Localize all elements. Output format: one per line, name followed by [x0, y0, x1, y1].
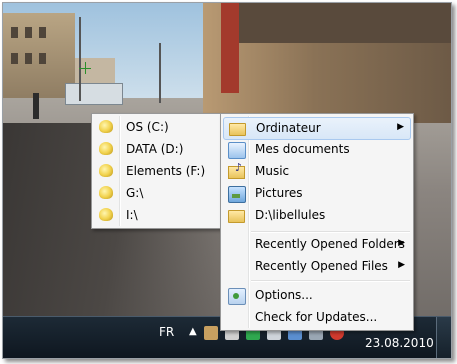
drive-icon	[99, 208, 113, 221]
music-folder-icon	[228, 161, 245, 179]
tray-app-icon[interactable]	[204, 326, 218, 340]
menu-item-recent-files[interactable]: Recently Opened Files ▶	[223, 256, 411, 277]
menu-item-label: I:\	[126, 208, 138, 222]
submenu-arrow-icon: ▶	[398, 260, 405, 270]
language-indicator[interactable]: FR	[159, 325, 174, 339]
menu-item-ordinateur[interactable]: Ordinateur ▶	[223, 117, 411, 140]
context-menu: Ordinateur ▶ Mes documents Music Picture…	[220, 113, 414, 331]
menu-item-label: Check for Updates...	[255, 310, 378, 324]
menu-item-label: Elements (F:)	[126, 164, 206, 178]
menu-item-check-updates[interactable]: Check for Updates...	[223, 307, 411, 328]
drive-icon	[99, 164, 113, 177]
menu-item-drive[interactable]: DATA (D:)	[94, 139, 218, 160]
wallpaper-pole	[79, 17, 81, 101]
wallpaper-bus	[65, 83, 123, 105]
clock-date[interactable]: 23.08.2010	[365, 336, 434, 350]
menu-item-drive[interactable]: OS (C:)	[94, 117, 218, 138]
menu-item-label: Music	[255, 164, 290, 178]
menu-item-label: Pictures	[255, 186, 303, 200]
menu-separator	[251, 280, 410, 282]
drive-icon	[99, 186, 113, 199]
menu-item-pictures[interactable]: Pictures	[223, 183, 411, 204]
menu-item-label: Mes documents	[255, 142, 350, 156]
drives-submenu: OS (C:) DATA (D:) Elements (F:) G:\ I:\	[91, 113, 221, 229]
menu-item-drive[interactable]: G:\	[94, 183, 218, 204]
menu-item-mes-documents[interactable]: Mes documents	[223, 139, 411, 160]
menu-item-label: G:\	[126, 186, 144, 200]
pictures-icon	[228, 186, 246, 203]
folder-icon	[228, 210, 245, 223]
menu-item-drive[interactable]: Elements (F:)	[94, 161, 218, 182]
menu-item-music[interactable]: Music	[223, 161, 411, 182]
menu-item-options[interactable]: Options...	[223, 285, 411, 306]
menu-item-label: Recently Opened Folders	[255, 237, 405, 251]
submenu-arrow-icon: ▶	[397, 122, 404, 132]
show-desktop-button[interactable]	[436, 317, 451, 358]
menu-item-label: OS (C:)	[126, 120, 169, 134]
menu-separator	[251, 231, 410, 233]
documents-icon	[228, 142, 246, 159]
menu-item-label: D:\libellules	[255, 208, 326, 222]
menu-item-label: Recently Opened Files	[255, 259, 388, 273]
options-icon	[228, 288, 246, 305]
drive-icon	[99, 142, 113, 155]
wallpaper-pole	[159, 43, 161, 103]
cursor-crosshair	[85, 62, 86, 74]
menu-item-label: Ordinateur	[256, 121, 321, 135]
menu-item-label: Options...	[255, 288, 313, 302]
menu-item-label: DATA (D:)	[126, 142, 184, 156]
menu-item-drive[interactable]: I:\	[94, 205, 218, 226]
menu-item-recent-folders[interactable]: Recently Opened Folders ▶	[223, 234, 411, 255]
submenu-arrow-icon: ▶	[398, 238, 405, 248]
wallpaper-red-facade	[221, 3, 239, 93]
show-hidden-icons-arrow-icon[interactable]: ▲	[189, 326, 197, 337]
drive-icon	[99, 120, 113, 133]
desktop: FR ▲ 23.08.2010 OS (C:) DATA (D:) Elemen…	[2, 2, 452, 359]
wallpaper-roof	[239, 3, 451, 43]
wallpaper-person	[33, 93, 39, 119]
folder-icon	[229, 123, 246, 136]
menu-item-libellules[interactable]: D:\libellules	[223, 205, 411, 226]
